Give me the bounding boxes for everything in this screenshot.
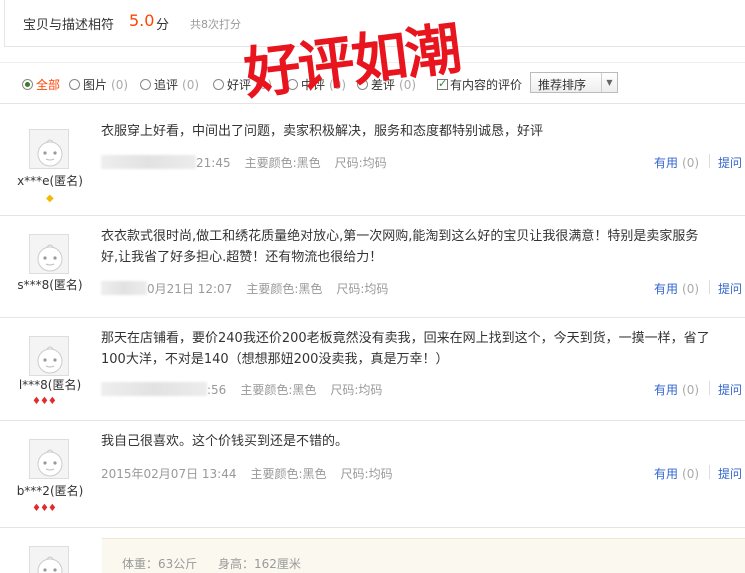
reviewer-nick[interactable]: b***2(匿名) — [0, 482, 100, 499]
review-text: 衣衣款式很时尚,做工和绣花质量绝对放心,第一次网购,能淘到这么好的宝贝让我很满意… — [101, 229, 699, 265]
blurred-date — [101, 155, 196, 169]
review-item: l***8(匿名) ♦♦♦ 那天在店铺看，要价240我还价200老板竟然没有卖我… — [0, 318, 745, 421]
blurred-date — [101, 382, 207, 396]
useful-button[interactable]: 有用 (0) — [654, 465, 699, 482]
radio-icon[interactable] — [213, 79, 224, 90]
radio-icon[interactable] — [22, 79, 33, 90]
reviewer-nick[interactable]: x***e(匿名) — [0, 172, 100, 189]
score-count: 共8次打分 — [190, 18, 241, 31]
review-text: 我自己很喜欢。这个价钱买到还是不错的。 — [101, 434, 349, 449]
reviewer-nick[interactable]: s***8(匿名) — [0, 276, 100, 293]
buyer-weight: 体重：63公斤 — [122, 557, 198, 571]
avatar[interactable] — [29, 439, 69, 479]
diamond-badge-icon: ♦♦♦ — [32, 503, 57, 514]
reviewer-nick[interactable]: l***8(匿名) — [0, 376, 100, 393]
filter-followup[interactable]: 追评 (0) — [140, 76, 199, 93]
divider — [709, 154, 710, 168]
avatar-face-icon — [37, 449, 63, 477]
blurred-date — [101, 281, 147, 295]
useful-button[interactable]: 有用 (0) — [654, 280, 699, 297]
review-item: s***8(匿名) 衣衣款式很时尚,做工和绣花质量绝对放心,第一次网购,能淘到这… — [0, 216, 745, 318]
avatar-face-icon — [37, 556, 63, 573]
review-meta: 21:45 主要颜色:黑色 尺码:均码 — [101, 154, 387, 171]
useful-button[interactable]: 有用 (0) — [654, 154, 699, 171]
ask-button[interactable]: 提问 — [718, 280, 742, 297]
sort-select[interactable]: 推荐排序 ▼ — [530, 72, 618, 93]
avatar[interactable] — [29, 546, 69, 573]
score-unit: 分 — [156, 18, 170, 33]
score-value: 5.0 — [129, 11, 155, 30]
score-label: 宝贝与描述相符 — [23, 18, 115, 33]
avatar[interactable] — [29, 129, 69, 169]
review-text: 衣服穿上好看，中间出了问题，卖家积极解决，服务和态度都特别诚恳，好评 — [101, 124, 544, 139]
ask-button[interactable]: 提问 — [718, 381, 742, 398]
avatar-face-icon — [37, 139, 63, 167]
divider — [709, 280, 710, 294]
buyer-height: 身高：162厘米 — [218, 557, 301, 571]
avatar[interactable] — [29, 336, 69, 376]
avatar[interactable] — [29, 234, 69, 274]
useful-button[interactable]: 有用 (0) — [654, 381, 699, 398]
diamond-badge-icon: ◆ — [46, 193, 54, 204]
filter-all[interactable]: 全部 — [22, 76, 60, 93]
avatar-face-icon — [37, 244, 63, 272]
buyer-info-box: 体重：63公斤 身高：162厘米 — [102, 538, 745, 573]
avatar-face-icon — [37, 346, 63, 374]
radio-icon[interactable] — [140, 79, 151, 90]
diamond-badge-icon: ♦♦♦ — [32, 396, 57, 407]
radio-icon[interactable] — [69, 79, 80, 90]
review-meta: :56 主要颜色:黑色 尺码:均码 — [101, 381, 382, 398]
review-meta: 2015年02月07日 13:44 主要颜色:黑色 尺码:均码 — [101, 467, 393, 481]
ask-button[interactable]: 提问 — [718, 465, 742, 482]
divider — [709, 381, 710, 395]
divider — [709, 465, 710, 479]
review-meta: 0月21日 12:07 主要颜色:黑色 尺码:均码 — [101, 280, 388, 297]
review-item: b***2(匿名) ♦♦♦ 我自己很喜欢。这个价钱买到还是不错的。 2015年0… — [0, 421, 745, 528]
filter-images[interactable]: 图片 (0) — [69, 76, 128, 93]
review-item: x***e(匿名) ◆ 衣服穿上好看，中间出了问题，卖家积极解决，服务和态度都特… — [0, 109, 745, 216]
chevron-down-icon[interactable]: ▼ — [601, 73, 617, 92]
ask-button[interactable]: 提问 — [718, 154, 742, 171]
review-text: 那天在店铺看，要价240我还价200老板竟然没有卖我，回来在网上找到这个，今天到… — [101, 331, 710, 367]
